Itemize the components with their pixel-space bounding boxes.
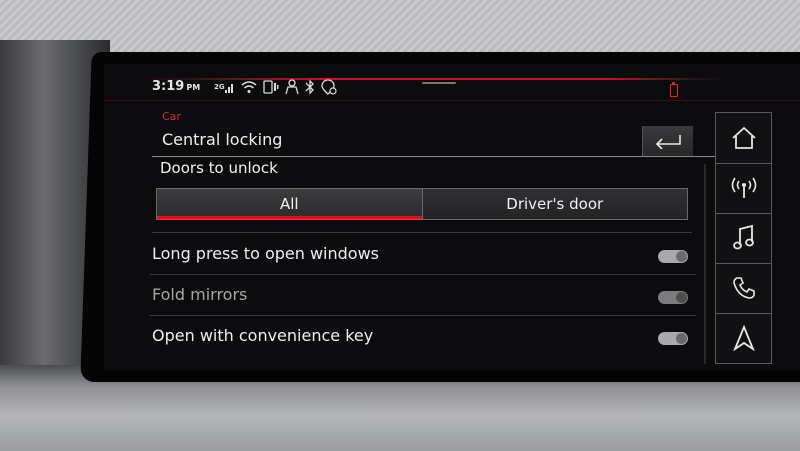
setting-fold-mirrors: Fold mirrors	[150, 275, 696, 316]
return-arrow-icon	[655, 135, 681, 149]
toggle-knob	[676, 251, 687, 262]
page-title: Central locking	[162, 130, 283, 149]
side-navigation-rail	[715, 112, 772, 364]
wifi-icon	[241, 79, 257, 95]
back-button[interactable]	[642, 126, 693, 156]
radio-icon	[731, 177, 756, 198]
phone-link-icon	[262, 79, 279, 95]
phone-icon	[732, 277, 755, 299]
toggle-switch[interactable]	[658, 332, 688, 345]
navigation-button[interactable]	[716, 313, 771, 363]
toggle-knob	[676, 333, 687, 344]
home-button[interactable]	[716, 113, 771, 164]
option-drivers-door[interactable]: Driver's door	[421, 189, 687, 219]
section-title-doors-to-unlock: Doors to unlock	[160, 159, 278, 177]
setting-open-with-convenience-key[interactable]: Open with convenience key	[150, 316, 696, 356]
media-button[interactable]	[716, 213, 771, 264]
navigation-arrow-icon	[732, 325, 755, 351]
person-icon	[285, 79, 299, 95]
battery-icon	[670, 81, 678, 97]
phone-button[interactable]	[716, 263, 771, 314]
radio-button[interactable]	[716, 163, 771, 214]
clock: 3:19 PM	[152, 79, 200, 94]
setting-label: Open with convenience key	[152, 326, 374, 345]
setting-label: Fold mirrors	[152, 285, 248, 304]
setting-long-press-open-windows[interactable]: Long press to open windows	[150, 234, 696, 275]
doors-to-unlock-selector: All Driver's door	[156, 188, 688, 220]
header-divider	[152, 156, 740, 157]
scrollbar[interactable]	[704, 164, 706, 364]
home-icon	[731, 126, 756, 149]
section-divider	[152, 232, 692, 233]
infotainment-screen: 3:19 PM 2G Car Central locking Doors to …	[104, 64, 800, 370]
setting-label: Long press to open windows	[152, 244, 379, 263]
network-icon: 2G	[214, 79, 235, 95]
option-all[interactable]: All	[157, 189, 422, 219]
breadcrumb-category[interactable]: Car	[162, 110, 181, 123]
status-icons: 2G	[214, 79, 337, 95]
toggle-switch[interactable]	[658, 250, 688, 263]
toggle-knob	[676, 292, 687, 303]
music-note-icon	[732, 225, 754, 250]
clock-time: 3:19	[152, 79, 185, 94]
status-bar: 3:19 PM 2G	[104, 64, 800, 101]
bluetooth-icon	[305, 79, 315, 95]
network-label: 2G	[214, 83, 225, 91]
clock-ampm: PM	[186, 83, 201, 92]
location-shield-icon	[320, 79, 337, 95]
dashboard-trim-top	[0, 0, 800, 60]
notification-pull-handle[interactable]	[422, 82, 456, 84]
toggle-switch	[658, 291, 688, 304]
